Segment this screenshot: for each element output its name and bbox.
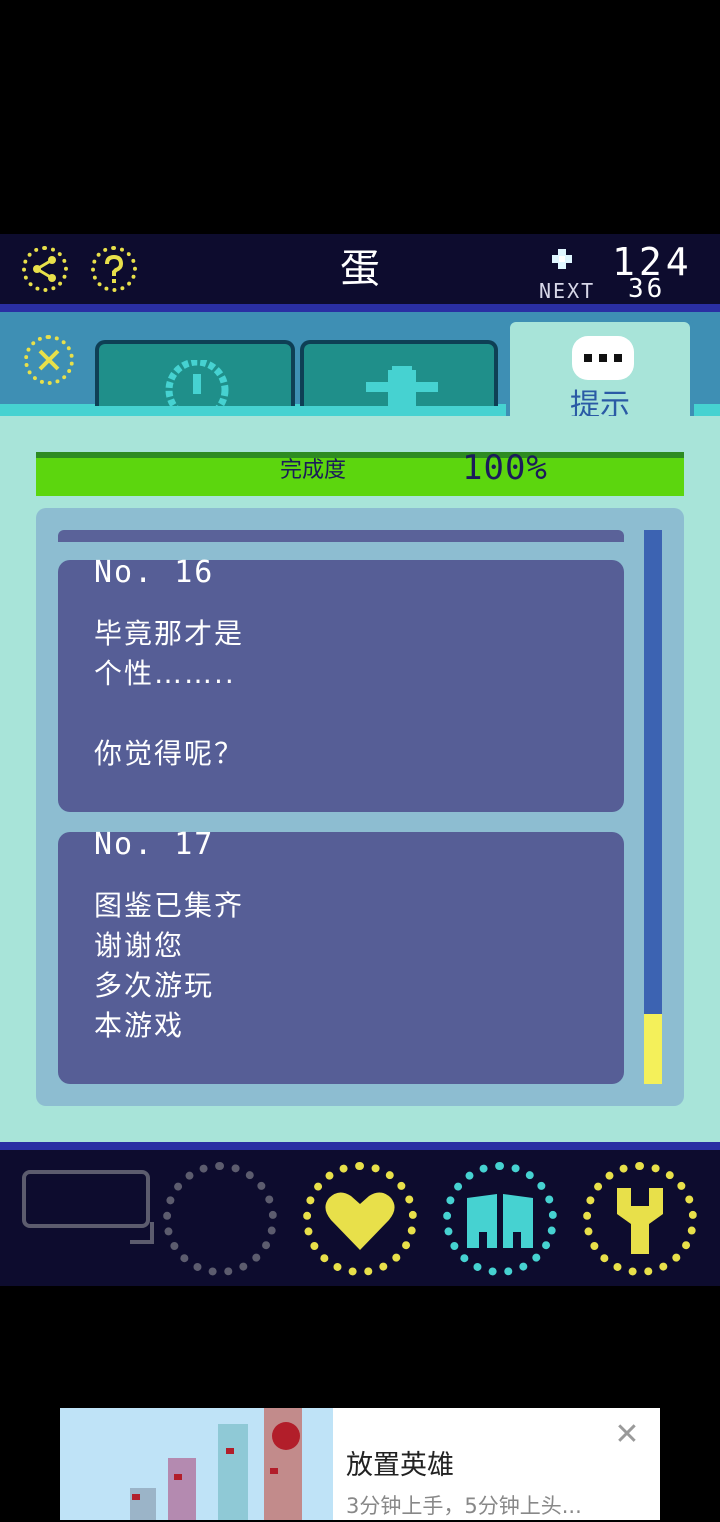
- header-divider: [0, 304, 720, 312]
- scrollbar-track[interactable]: [644, 530, 662, 1084]
- bottom-divider: [0, 1142, 720, 1150]
- share-icon: [33, 256, 56, 282]
- ad-image[interactable]: [60, 1408, 333, 1520]
- ad-description[interactable]: 3分钟上手，5分钟上头...: [346, 1490, 582, 1522]
- hint-card: No. 17 图鉴已集齐 谢谢您 多次游玩 本游戏: [58, 827, 624, 1084]
- help-button[interactable]: [91, 246, 137, 292]
- chat-button[interactable]: [22, 1170, 150, 1228]
- chat-bubble-tail: [130, 1222, 154, 1244]
- completion-label: 完成度: [280, 458, 347, 483]
- heart-button[interactable]: [303, 1162, 417, 1276]
- scrollbar-thumb[interactable]: [644, 1014, 662, 1084]
- exclamation-icon: [165, 360, 229, 406]
- tab-info[interactable]: [95, 340, 295, 406]
- next-label: NEXT: [539, 279, 596, 303]
- hint-card: No. 16 毕竟那才是 个性…….. 你觉得呢？: [58, 555, 624, 812]
- close-button[interactable]: [24, 335, 74, 385]
- ad-title[interactable]: 放置英雄: [346, 1448, 454, 1484]
- settings-button[interactable]: [583, 1162, 697, 1276]
- ad-close-icon[interactable]: ✕: [612, 1420, 642, 1450]
- share-button[interactable]: [22, 246, 68, 292]
- hint-text: 毕竟那才是 个性…….. 你觉得呢？: [94, 617, 245, 770]
- tower-illustration: [130, 1408, 302, 1520]
- heart-icon: [325, 1192, 395, 1250]
- completion-value: 100%: [462, 448, 548, 488]
- wrench-icon: [617, 1188, 663, 1254]
- question-mark-icon: [105, 254, 124, 283]
- sparkle-icon: [552, 249, 572, 269]
- completion-progress-bar: [36, 452, 684, 496]
- tab-character[interactable]: [300, 340, 498, 406]
- empty-slot-button[interactable]: [163, 1162, 277, 1276]
- page-title: 蛋: [340, 246, 380, 292]
- hint-text: 图鉴已集齐 谢谢您 多次游玩 本游戏: [94, 889, 245, 1042]
- hint-number: No. 16: [94, 555, 215, 590]
- book-icon: [467, 1194, 533, 1248]
- list-top-edge: [58, 530, 624, 542]
- book-button[interactable]: [443, 1162, 557, 1276]
- hint-number: No. 17: [94, 827, 215, 862]
- close-icon: [38, 349, 60, 371]
- speech-bubble-icon: [572, 336, 634, 380]
- next-value: 36: [628, 274, 666, 304]
- character-silhouette-icon: [366, 366, 438, 406]
